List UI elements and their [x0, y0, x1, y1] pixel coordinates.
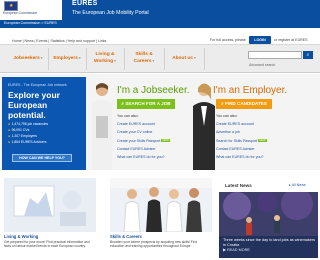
skills-passport-link[interactable]: Create your Skills Passport NEW: [117, 137, 170, 145]
news-headline: Three weeks since the day to land jobs a…: [223, 238, 316, 247]
access-text: For full access, please: [210, 38, 246, 42]
living-working-image: [4, 178, 96, 232]
promo-headline: Explore your European potential.: [8, 90, 60, 120]
search-icon[interactable]: ⌕: [303, 51, 313, 59]
new-badge: NEW: [161, 137, 170, 143]
advertise-job-link[interactable]: Advertise a job: [216, 128, 267, 136]
chevron-down-icon: ▾: [193, 56, 196, 60]
employer-links: You can also: Create EURES account Adver…: [216, 112, 267, 161]
advanced-search-link[interactable]: Advanced search: [249, 63, 275, 67]
nav-living-working[interactable]: Living & Working▾: [88, 52, 122, 65]
search-job-button[interactable]: ⌕ SEARCH FOR A JOB: [117, 99, 175, 109]
nav-label: Living & Working: [94, 52, 115, 64]
nav-label: Jobseekers: [13, 56, 40, 61]
employer-title: I'm an Employer.: [213, 85, 288, 96]
nav-label: About us: [172, 56, 193, 61]
create-cv-link[interactable]: Create your CV online: [117, 128, 170, 136]
register-link[interactable]: or register at EURES: [274, 38, 308, 42]
search-passport-link[interactable]: Search for Skills Passport NEW: [216, 137, 267, 145]
read-more-link[interactable]: ▶ READ MORE: [223, 248, 315, 253]
living-working-tile[interactable]: Living & Working Get prepared for your m…: [4, 178, 96, 260]
find-candidates-button[interactable]: ⌕ FIND CANDIDATES: [216, 99, 272, 109]
site-subtitle: The European Job Mobility Portal: [72, 10, 149, 16]
chevron-down-icon: ▾: [152, 59, 155, 63]
site-title[interactable]: EURES: [72, 0, 98, 7]
what-eures-link[interactable]: What can EURES do for you?: [117, 153, 170, 161]
bullet-icon: ●: [8, 128, 11, 132]
promo-stats: ● 1,474,756 job vacancies ● 96,091 CVs ● 1,…: [8, 121, 48, 145]
login-button[interactable]: LOGIN: [249, 36, 271, 44]
contact-adviser-link[interactable]: Contact EURES Adviser: [117, 145, 170, 153]
all-news-link[interactable]: ▸ All News: [289, 183, 306, 187]
nav-divider: [164, 48, 165, 70]
bullet-icon: ●: [8, 122, 11, 126]
bullet-icon: ●: [8, 134, 11, 138]
nav-divider: [124, 48, 125, 70]
chevron-down-icon: ▾: [114, 59, 116, 63]
bullet-icon: ●: [8, 140, 11, 144]
breadcrumb[interactable]: European Commission > EURES: [4, 21, 57, 25]
utility-links[interactable]: Home | News | Events | Statistics | Help…: [12, 39, 106, 43]
can-do-label: You can also:: [117, 114, 139, 118]
contact-adviser-link[interactable]: Contact EURES Adviser: [216, 145, 267, 153]
ec-logo-text: European Commission: [3, 11, 38, 15]
nav-label: Skills & Careers: [133, 52, 153, 64]
chevron-down-icon: ▾: [40, 56, 43, 60]
jobseeker-photo: [92, 83, 112, 170]
skills-careers-image: [110, 178, 212, 232]
nav-skills-careers[interactable]: Skills & Careers▾: [127, 52, 161, 65]
nav-about-us[interactable]: About us▾: [166, 55, 202, 62]
tile-title[interactable]: Skills & Careers: [110, 234, 142, 239]
nav-jobseekers[interactable]: Jobseekers▾: [10, 55, 46, 62]
chevron-down-icon: ▾: [78, 56, 81, 60]
tile-title[interactable]: Living & Working: [4, 234, 38, 239]
search-input[interactable]: [248, 51, 302, 59]
promo-small-text: EURES - The European Job network: [8, 83, 67, 87]
help-button[interactable]: HOW CAN WE HELP YOU?: [12, 154, 72, 162]
nav-divider: [204, 48, 205, 70]
nav-employers[interactable]: Employers▾: [50, 55, 84, 62]
nav-label: Employers: [53, 56, 78, 61]
list-item[interactable]: ● 1,854 EURES Advisers: [8, 139, 48, 145]
tile-text: Get prepared for your move! Find practic…: [4, 240, 90, 249]
can-do-label: You can also:: [216, 114, 238, 118]
new-badge: NEW: [258, 137, 267, 143]
latest-news-title: Latest News: [225, 183, 252, 188]
skills-careers-tile[interactable]: Skills & Careers Broaden your career pro…: [110, 178, 212, 260]
ec-logo[interactable]: ★ European Commission: [1, 0, 45, 20]
create-account-link[interactable]: Create EURES account: [216, 120, 267, 128]
tile-text: Broaden your career prospects by acquiri…: [110, 240, 198, 249]
create-account-link[interactable]: Create EURES account: [117, 120, 170, 128]
jobseeker-title: I'm a Jobseeker.: [117, 85, 190, 96]
nav-divider: [86, 48, 87, 70]
what-eures-link[interactable]: What can EURES do for you?: [216, 153, 267, 161]
news-caption[interactable]: Three weeks since the day to land jobs a…: [223, 238, 315, 253]
nav-divider: [48, 48, 49, 70]
eu-flag-icon: ★: [4, 1, 18, 11]
jobseeker-links: You can also: Create EURES account Creat…: [117, 112, 170, 161]
